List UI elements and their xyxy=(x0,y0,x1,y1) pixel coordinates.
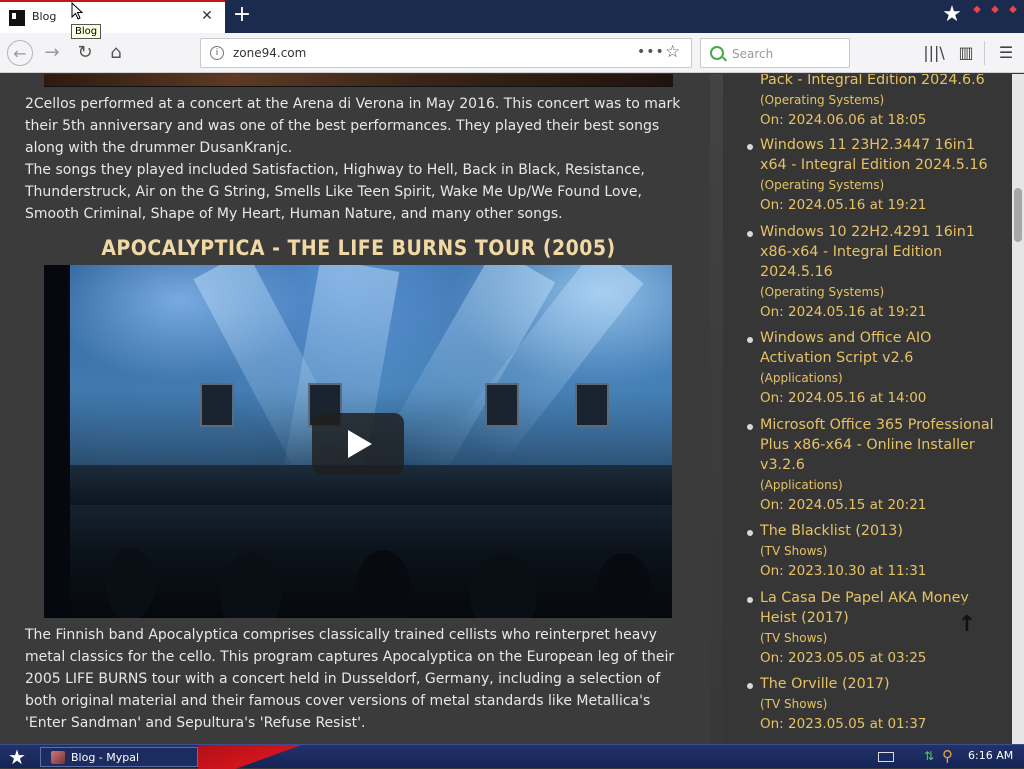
post-category-link[interactable]: (Operating Systems) xyxy=(760,175,1000,195)
taskbar-item-label: Blog - Mypal xyxy=(71,751,140,764)
post-title-link[interactable]: Microsoft Office 365 Professional Plus x… xyxy=(760,415,1000,475)
sidebar-toggle-icon[interactable]: ▥ xyxy=(953,40,979,66)
back-button[interactable]: ← xyxy=(7,40,33,66)
tab-blog[interactable]: Blog ✕ xyxy=(0,0,225,33)
post-category-link[interactable]: (Applications) xyxy=(760,368,1000,388)
post-title-link[interactable]: The Blacklist (2013) xyxy=(760,521,1000,541)
toolbar-divider xyxy=(984,41,985,65)
list-item: Windows 10 22H2.4291 16in1 x86-x64 - Int… xyxy=(747,222,1000,322)
video-player[interactable] xyxy=(44,265,672,618)
tab-title: Blog xyxy=(32,10,57,23)
post-date: On: 2023.05.05 at 01:37 xyxy=(760,716,927,732)
post-category-link[interactable]: (TV Shows) xyxy=(760,541,1000,561)
list-item: Windows 11 23H2.3447 16in1 x64 - Integra… xyxy=(747,135,1000,215)
search-tray-icon[interactable]: ⚲ xyxy=(942,748,958,764)
post-title-link[interactable]: The Orville (2017) xyxy=(760,674,1000,694)
taskbar-decoration xyxy=(198,745,318,769)
address-bar[interactable]: i zone94.com ••• ☆ xyxy=(200,38,692,68)
reload-button[interactable]: ↻ xyxy=(72,40,98,66)
site-favicon-icon xyxy=(9,10,25,26)
hamburger-menu-icon[interactable]: ☰ xyxy=(993,40,1019,66)
video-letterbox xyxy=(44,265,70,618)
post-category-link[interactable]: (TV Shows) xyxy=(760,694,1000,714)
section-title: APOCALYPTICA - THE LIFE BURNS TOUR (2005… xyxy=(101,236,616,260)
post-category-link[interactable]: (Applications) xyxy=(760,475,1000,495)
list-item: Microsoft Office 365 Professional Plus x… xyxy=(747,415,1000,515)
search-bar[interactable]: Search xyxy=(700,38,850,68)
tab-strip: Blog ✕ Blog + ★ ◆ ◆ ◆ xyxy=(0,0,1024,39)
list-item: The Blacklist (2013) (TV Shows) On: 2023… xyxy=(747,521,1000,581)
window-controls: ◆ ◆ ◆ xyxy=(970,4,1020,16)
paragraph-2cellos: 2Cellos performed at a concert at the Ar… xyxy=(25,96,681,156)
post-date: On: 2024.05.16 at 14:00 xyxy=(760,390,927,406)
post-date: On: 2024.05.16 at 19:21 xyxy=(760,197,927,213)
article-paragraph: 2Cellos performed at a concert at the Ar… xyxy=(25,93,690,225)
site-info-icon[interactable]: i xyxy=(210,46,224,60)
maximize-button[interactable]: ◆ xyxy=(988,4,1002,16)
post-date: On: 2023.05.05 at 03:25 xyxy=(760,650,927,666)
list-item: The Orville (2017) (TV Shows) On: 2023.0… xyxy=(747,674,1000,734)
taskbar: ★ Blog - Mypal ⇅ ⚲ 6:16 AM xyxy=(0,744,1024,769)
taskbar-item-browser[interactable]: Blog - Mypal xyxy=(40,747,198,767)
post-title-link[interactable]: Pack - Integral Edition 2024.6.6 xyxy=(760,74,1000,90)
list-item: Windows and Office AIO Activation Script… xyxy=(747,328,1000,408)
post-date: On: 2024.05.15 at 20:21 xyxy=(760,497,927,513)
close-window-button[interactable]: ◆ xyxy=(1006,4,1020,16)
article-column: 2Cellos performed at a concert at the Ar… xyxy=(0,74,710,744)
post-date: On: 2024.05.16 at 19:21 xyxy=(760,304,927,320)
back-to-top-button[interactable]: ↑ xyxy=(943,601,991,649)
library-icon[interactable]: |||\ xyxy=(921,40,947,66)
navigation-toolbar: ← → ↻ ⌂ i zone94.com ••• ☆ Search |||\ ▥… xyxy=(0,33,1024,73)
bookmark-star-icon[interactable]: ☆ xyxy=(665,42,680,62)
search-input[interactable]: Search xyxy=(732,47,773,61)
url-text[interactable]: zone94.com xyxy=(233,46,306,60)
keyboard-icon[interactable] xyxy=(878,752,894,762)
paragraph-apocalyptica: The Finnish band Apocalyptica comprises … xyxy=(25,627,675,731)
page-viewport: 2Cellos performed at a concert at the Ar… xyxy=(0,74,1012,744)
paragraph-songs: The songs they played included Satisfact… xyxy=(25,162,645,222)
list-item: Pack - Integral Edition 2024.6.6 (Operat… xyxy=(760,74,1000,130)
close-icon[interactable]: ✕ xyxy=(200,9,214,23)
article-image xyxy=(44,74,673,87)
page-scrollbar[interactable] xyxy=(1012,74,1024,744)
post-category-link[interactable]: (Operating Systems) xyxy=(760,282,1000,302)
post-date: On: 2024.06.06 at 18:05 xyxy=(760,112,927,128)
mouse-cursor-icon xyxy=(71,2,83,20)
page-actions-icon[interactable]: ••• xyxy=(637,44,665,60)
forward-button[interactable]: → xyxy=(39,40,65,66)
network-icon[interactable]: ⇅ xyxy=(924,749,938,763)
post-title-link[interactable]: Windows 11 23H2.3447 16in1 x64 - Integra… xyxy=(760,135,1000,175)
video-crowd xyxy=(70,505,672,618)
post-date: On: 2023.10.30 at 11:31 xyxy=(760,563,927,579)
minimize-button[interactable]: ◆ xyxy=(970,4,984,16)
start-star-icon[interactable]: ★ xyxy=(6,746,28,768)
scrollbar-thumb[interactable] xyxy=(1014,188,1022,242)
play-icon[interactable] xyxy=(312,413,404,475)
post-title-link[interactable]: Windows and Office AIO Activation Script… xyxy=(760,328,1000,368)
search-icon xyxy=(710,46,724,60)
tab-tooltip: Blog xyxy=(71,24,102,39)
home-button[interactable]: ⌂ xyxy=(103,40,129,66)
clock[interactable]: 6:16 AM xyxy=(968,749,1013,762)
browser-app-icon xyxy=(51,751,65,764)
new-tab-button[interactable]: + xyxy=(231,4,253,28)
post-category-link[interactable]: (Operating Systems) xyxy=(760,90,1000,110)
post-title-link[interactable]: Windows 10 22H2.4291 16in1 x86-x64 - Int… xyxy=(760,222,1000,282)
star-icon: ★ xyxy=(942,2,962,27)
